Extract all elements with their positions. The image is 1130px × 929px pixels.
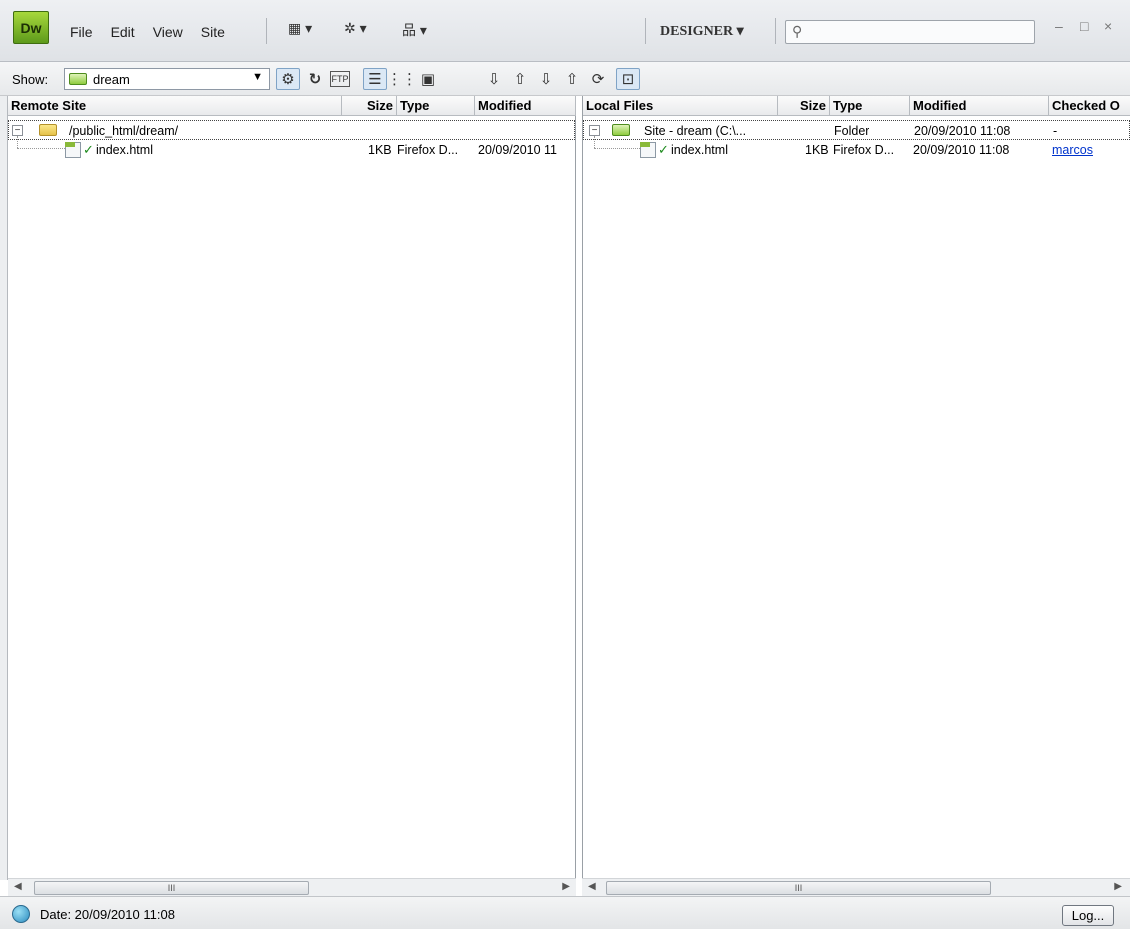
root-type: Folder bbox=[834, 124, 870, 138]
file-name: index.html bbox=[96, 143, 153, 157]
html-file-icon bbox=[65, 142, 81, 158]
menu-site[interactable]: Site bbox=[201, 24, 225, 40]
check-out-icon[interactable]: ⇩ bbox=[534, 68, 558, 90]
separator bbox=[645, 18, 646, 44]
file-type: Firefox D... bbox=[833, 143, 895, 157]
checkmark-icon: ✓ bbox=[83, 142, 94, 157]
expand-panel-icon[interactable]: ⊡ bbox=[616, 68, 640, 90]
local-horizontal-scrollbar[interactable]: ◀ III ▶ bbox=[582, 878, 1130, 896]
scroll-left-icon[interactable]: ◀ bbox=[14, 881, 22, 892]
globe-icon bbox=[12, 905, 30, 923]
file-size: 1KB bbox=[368, 143, 392, 157]
col-modified[interactable]: Modified bbox=[475, 96, 576, 116]
remote-horizontal-scrollbar[interactable]: ◀ III ▶ bbox=[8, 878, 576, 896]
ftp-log-icon[interactable]: FTP bbox=[330, 71, 350, 87]
col-type[interactable]: Type bbox=[397, 96, 475, 116]
workspace-switcher[interactable]: DESIGNER ▾ bbox=[660, 23, 744, 40]
title-bar: Dw File Edit View Site ▦ ▾ ✲ ▾ 品 ▾ DESIG… bbox=[0, 0, 1130, 62]
site-menu-icon[interactable]: 品 ▾ bbox=[402, 20, 427, 40]
root-name: Site - dream (C:\... bbox=[644, 124, 747, 138]
chevron-down-icon: ▼ bbox=[252, 71, 263, 83]
connect-icon[interactable]: ⚙ bbox=[276, 68, 300, 90]
view-site-files-icon[interactable]: ☰ bbox=[363, 68, 387, 90]
repository-icon[interactable]: ▣ bbox=[416, 68, 440, 90]
file-name: index.html bbox=[671, 143, 728, 157]
extend-menu-icon[interactable]: ✲ ▾ bbox=[344, 20, 367, 37]
file-size: 1KB bbox=[805, 143, 829, 157]
remote-header: Remote Site Size Type Modified bbox=[8, 96, 576, 116]
separator bbox=[266, 18, 267, 44]
col-remote-site[interactable]: Remote Site bbox=[8, 96, 342, 116]
local-files-pane: Local Files Size Type Modified Checked O… bbox=[582, 96, 1130, 880]
layout-menu-icon[interactable]: ▦ ▾ bbox=[288, 20, 312, 37]
scroll-thumb[interactable]: III bbox=[34, 881, 309, 895]
scroll-right-icon[interactable]: ▶ bbox=[562, 881, 570, 892]
file-type: Firefox D... bbox=[397, 143, 459, 157]
tree-row-root[interactable]: − Site - dream (C:\... Folder 20/09/2010… bbox=[583, 120, 1130, 140]
status-text: Date: 20/09/2010 11:08 bbox=[40, 907, 175, 922]
testing-server-icon[interactable]: ⋮⋮ bbox=[387, 68, 417, 90]
check-in-icon[interactable]: ⇧ bbox=[560, 68, 584, 90]
site-select-value: dream bbox=[93, 72, 130, 87]
file-modified: 20/09/2010 11:08 bbox=[913, 143, 1010, 157]
root-name: /public_html/dream/ bbox=[69, 124, 179, 138]
folder-icon bbox=[39, 124, 57, 136]
get-files-icon[interactable]: ⇩ bbox=[482, 68, 506, 90]
file-row[interactable]: ✓ index.html 1KB Firefox D... 20/09/2010… bbox=[8, 140, 575, 160]
site-folder-icon bbox=[612, 124, 630, 136]
separator bbox=[775, 18, 776, 44]
col-local-files[interactable]: Local Files bbox=[583, 96, 778, 116]
minimize-icon[interactable]: – bbox=[1055, 18, 1063, 34]
checked-out-by-link[interactable]: marcos bbox=[1052, 143, 1093, 157]
collapse-icon[interactable]: − bbox=[589, 125, 600, 136]
synchronize-icon[interactable]: ⟳ bbox=[586, 68, 610, 90]
app-logo: Dw bbox=[13, 11, 49, 44]
col-size[interactable]: Size bbox=[778, 96, 830, 116]
maximize-icon[interactable]: □ bbox=[1080, 18, 1088, 34]
show-label: Show: bbox=[12, 72, 49, 87]
tree-row-root[interactable]: − /public_html/dream/ bbox=[8, 120, 575, 140]
scroll-left-icon[interactable]: ◀ bbox=[588, 881, 596, 892]
menu-edit[interactable]: Edit bbox=[111, 24, 135, 40]
file-row[interactable]: ✓ index.html 1KB Firefox D... 20/09/2010… bbox=[583, 140, 1130, 160]
menu-bar: File Edit View Site bbox=[70, 24, 243, 40]
menu-file[interactable]: File bbox=[70, 24, 93, 40]
files-toolbar: Show: dream ▼ ⚙ ↻ FTP ☰ ⋮⋮ ▣ ⇩ ⇧ ⇩ ⇧ ⟳ ⊡ bbox=[0, 62, 1130, 96]
checkmark-icon: ✓ bbox=[658, 142, 669, 157]
scroll-thumb[interactable]: III bbox=[606, 881, 991, 895]
scroll-right-icon[interactable]: ▶ bbox=[1114, 881, 1122, 892]
col-checked-out[interactable]: Checked O bbox=[1049, 96, 1130, 116]
site-folder-icon bbox=[69, 73, 87, 85]
collapse-icon[interactable]: − bbox=[12, 125, 23, 136]
file-modified: 20/09/2010 11 bbox=[478, 143, 558, 157]
pane-frame bbox=[0, 96, 8, 880]
menu-view[interactable]: View bbox=[153, 24, 183, 40]
col-size[interactable]: Size bbox=[342, 96, 397, 116]
site-select[interactable]: dream ▼ bbox=[64, 68, 270, 90]
log-button[interactable]: Log... bbox=[1062, 905, 1114, 926]
remote-site-pane: Remote Site Size Type Modified − /public… bbox=[8, 96, 576, 880]
root-modified: 20/09/2010 11:08 bbox=[914, 124, 1011, 138]
col-type[interactable]: Type bbox=[830, 96, 910, 116]
html-file-icon bbox=[640, 142, 656, 158]
search-input[interactable]: ⚲ bbox=[785, 20, 1035, 44]
col-modified[interactable]: Modified bbox=[910, 96, 1049, 116]
put-files-icon[interactable]: ⇧ bbox=[508, 68, 532, 90]
close-icon[interactable]: × bbox=[1104, 18, 1112, 34]
root-checked-out: - bbox=[1053, 124, 1058, 138]
status-bar: Date: 20/09/2010 11:08 Log... bbox=[0, 896, 1130, 929]
local-header: Local Files Size Type Modified Checked O bbox=[583, 96, 1130, 116]
refresh-icon[interactable]: ↻ bbox=[303, 68, 327, 90]
search-icon: ⚲ bbox=[792, 23, 803, 39]
